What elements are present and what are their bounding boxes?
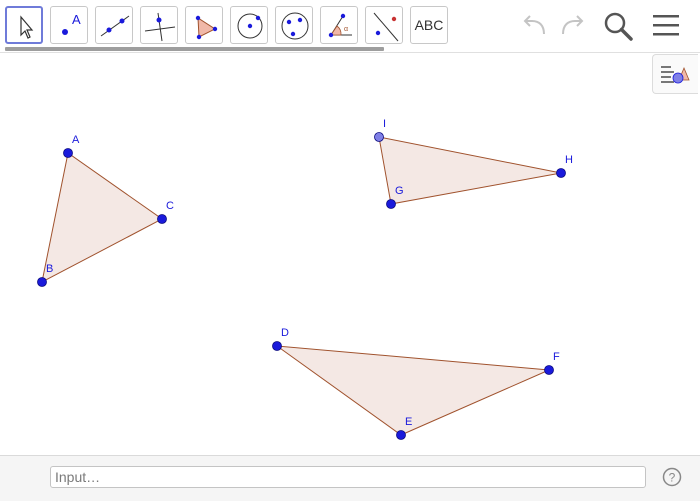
- point-c[interactable]: [157, 214, 167, 224]
- circle-tool-button[interactable]: [230, 6, 268, 44]
- line-icon: [100, 15, 130, 37]
- conic-tool-button[interactable]: [275, 6, 313, 44]
- perpendicular-line-tool-button[interactable]: [140, 6, 178, 44]
- point-label-h: H: [565, 154, 573, 166]
- svg-text:?: ?: [669, 471, 676, 485]
- point-icon: A: [62, 12, 81, 35]
- point-label-d: D: [281, 327, 289, 339]
- text-tool-button[interactable]: ABC: [410, 6, 448, 44]
- point-b[interactable]: [37, 277, 47, 287]
- graphics-view[interactable]: A B C D E F G H I: [0, 53, 700, 455]
- point-h[interactable]: [556, 168, 566, 178]
- search-icon[interactable]: [602, 10, 634, 42]
- triangle-def[interactable]: [275, 345, 550, 436]
- reflect-icon: [373, 12, 399, 42]
- point-a[interactable]: [63, 148, 73, 158]
- point-tool-label: A: [72, 12, 81, 27]
- reflect-tool-button[interactable]: [365, 6, 403, 44]
- help-icon[interactable]: ?: [662, 467, 682, 487]
- point-label-a: A: [72, 134, 80, 146]
- point-label-e: E: [405, 416, 412, 428]
- angle-tool-label: α: [344, 26, 348, 33]
- point-label-f: F: [553, 351, 560, 363]
- point-i[interactable]: [374, 132, 384, 142]
- algebra-input[interactable]: [50, 466, 646, 488]
- text-icon: ABC: [414, 17, 444, 33]
- input-bar: ?: [0, 455, 700, 501]
- style-bar-icon: [661, 66, 690, 84]
- move-tool-button[interactable]: [5, 6, 43, 44]
- arrow-cursor-icon: [20, 15, 34, 39]
- toolbar-scrollbar-thumb[interactable]: [5, 47, 384, 51]
- ellipse-icon: [281, 12, 309, 40]
- triangle-igh[interactable]: [378, 136, 562, 205]
- style-bar-toggle[interactable]: [652, 54, 698, 94]
- line-tool-button[interactable]: [95, 6, 133, 44]
- triangle-abc[interactable]: [41, 152, 163, 283]
- point-label-i: I: [383, 118, 386, 130]
- toolbar: A α ABC: [0, 0, 700, 52]
- hamburger-menu-icon[interactable]: [651, 10, 681, 40]
- point-label-b: B: [46, 263, 53, 275]
- point-label-c: C: [166, 200, 174, 212]
- point-label-g: G: [395, 185, 404, 197]
- point-f[interactable]: [544, 365, 554, 375]
- point-d[interactable]: [272, 341, 282, 351]
- undo-icon[interactable]: [520, 10, 550, 40]
- point-tool-button[interactable]: A: [50, 6, 88, 44]
- angle-tool-button[interactable]: α: [320, 6, 358, 44]
- polygon-icon: [195, 15, 218, 40]
- point-g[interactable]: [386, 199, 396, 209]
- perpendicular-icon: [144, 12, 176, 42]
- point-e[interactable]: [396, 430, 406, 440]
- circle-icon: [237, 13, 263, 39]
- polygon-tool-button[interactable]: [185, 6, 223, 44]
- redo-icon[interactable]: [557, 10, 587, 40]
- angle-icon: α: [328, 13, 352, 38]
